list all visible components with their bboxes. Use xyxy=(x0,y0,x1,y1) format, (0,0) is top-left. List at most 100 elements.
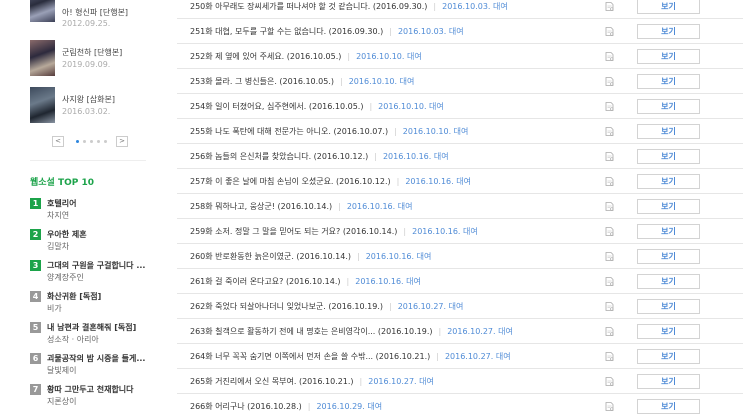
episode-title[interactable]: 264화 너무 꼭꼭 숨기면 이쪽에서 먼저 손을 쓸 수밖... xyxy=(190,352,373,361)
pager-dot[interactable] xyxy=(97,140,100,143)
episode-title[interactable]: 257화 이 좋은 날에 마침 손님이 오셨군요. xyxy=(190,177,333,186)
chevron-left-icon[interactable]: < xyxy=(52,136,64,147)
episode-title-line[interactable]: 250화 아무래도 장씨세가를 떠나셔야 할 것 같습니다. (2016.09.… xyxy=(190,0,508,19)
view-button[interactable]: 보기 xyxy=(637,374,700,389)
view-button[interactable]: 보기 xyxy=(637,124,700,139)
episode-title[interactable]: 260화 반로환동한 늙은이였군. xyxy=(190,252,294,261)
pager-dot[interactable] xyxy=(83,140,86,143)
episode-title-line[interactable]: 258화 뭐하나고, 웅상군! (2016.10.14.) | 2016.10.16… xyxy=(190,194,412,219)
view-button[interactable]: 보기 xyxy=(637,74,700,89)
episode-title[interactable]: 263화 칠객으로 활동하기 전에 내 명호는 은비영각이... xyxy=(190,327,375,336)
episode-row[interactable]: 260화 반로환동한 늙은이였군. (2016.10.14.) | 2016.10.… xyxy=(177,244,743,269)
episode-title[interactable]: 255화 나도 폭탄에 대해 전문가는 아니오. xyxy=(190,127,331,136)
episode-row[interactable]: 250화 아무래도 장씨세가를 떠나셔야 할 것 같습니다. (2016.09.… xyxy=(177,0,743,19)
view-button[interactable]: 보기 xyxy=(637,149,700,164)
episode-title-line[interactable]: 256화 놈들의 은신처를 찾았습니다. (2016.10.12.) | 2016.… xyxy=(190,144,449,169)
episode-title[interactable]: 252화 제 옆에 있어 주세요. xyxy=(190,52,284,61)
episode-title[interactable]: 250화 아무래도 장씨세가를 떠나셔야 할 것 같습니다. xyxy=(190,2,370,11)
episode-title-line[interactable]: 261화 걸 죽이러 온다고요? (2016.10.14.) | 2016.10.1… xyxy=(190,269,421,294)
episode-row[interactable]: 259화 소저. 정말 그 말을 믿어도 되는 거요? (2016.10.14.… xyxy=(177,219,743,244)
episode-title-line[interactable]: 263화 칠객으로 활동하기 전에 내 명호는 은비영각이... (2016.1… xyxy=(190,319,513,344)
ranking-item-title[interactable]: 내 남편과 결혼해줘 [독점] xyxy=(47,322,136,333)
view-button[interactable]: 보기 xyxy=(637,274,700,289)
episode-row[interactable]: 266화 어리구나 (2016.10.28.) | 2016.10.29. 대여 보기 xyxy=(177,394,743,415)
book-title[interactable]: 사지왕 [삽화본] xyxy=(62,94,115,105)
ranking-item-title[interactable]: 우아한 제혼 xyxy=(47,229,87,240)
book-cover[interactable] xyxy=(30,40,55,76)
view-button[interactable]: 보기 xyxy=(637,24,700,39)
episode-row[interactable]: 257화 이 좋은 날에 마침 손님이 오셨군요. (2016.10.12.) |… xyxy=(177,169,743,194)
separator: | xyxy=(403,227,407,236)
view-button[interactable]: 보기 xyxy=(637,99,700,114)
view-button[interactable]: 보기 xyxy=(637,49,700,64)
episode-title[interactable]: 262화 죽었다 되살아나더니 잊었나보군. xyxy=(190,302,326,311)
episode-title-line[interactable]: 262화 죽었다 되살아나더니 잊었나보군. (2016.10.19.) | 201… xyxy=(190,294,463,319)
view-button[interactable]: 보기 xyxy=(637,324,700,339)
view-button[interactable]: 보기 xyxy=(637,399,700,414)
episode-title-line[interactable]: 259화 소저. 정말 그 말을 믿어도 되는 거요? (2016.10.14.… xyxy=(190,219,478,244)
ranking-item[interactable]: 5 내 남편과 결혼해줘 [독점] 성소작 · 아리아 xyxy=(30,322,170,346)
chevron-right-icon[interactable]: > xyxy=(116,136,128,147)
episode-row[interactable]: 255화 나도 폭탄에 대해 전문가는 아니오. (2016.10.07.) | 2… xyxy=(177,119,743,144)
episode-row[interactable]: 253화 몰라. 그 병신들은. (2016.10.05.) | 2016.10.1… xyxy=(177,69,743,94)
view-button[interactable]: 보기 xyxy=(637,174,700,189)
pager-dot[interactable] xyxy=(76,140,79,143)
episode-row[interactable]: 263화 칠객으로 활동하기 전에 내 명호는 은비영각이... (2016.1… xyxy=(177,319,743,344)
view-button[interactable]: 보기 xyxy=(637,249,700,264)
episode-row[interactable]: 258화 뭐하나고, 웅상군! (2016.10.14.) | 2016.10.16… xyxy=(177,194,743,219)
book-title[interactable]: 아! 형신파 [단행본] xyxy=(62,7,128,18)
view-button[interactable]: 보기 xyxy=(637,224,700,239)
episode-title[interactable]: 261화 걸 죽이러 온다고요? xyxy=(190,277,283,286)
view-button[interactable]: 보기 xyxy=(637,0,700,14)
episode-row[interactable]: 262화 죽었다 되살아나더니 잊었나보군. (2016.10.19.) | 201… xyxy=(177,294,743,319)
episode-title[interactable]: 253화 몰라. 그 병신들은. xyxy=(190,77,277,86)
view-button[interactable]: 보기 xyxy=(637,199,700,214)
ranking-item[interactable]: 3 그대의 구원을 구걸합니다 ... 양계장주인 xyxy=(30,260,170,284)
episode-title-line[interactable]: 252화 제 옆에 있어 주세요. (2016.10.05.) | 2016.10.… xyxy=(190,44,422,69)
episode-title-line[interactable]: 257화 이 좋은 날에 마침 손님이 오셨군요. (2016.10.12.) |… xyxy=(190,169,471,194)
episode-title[interactable]: 256화 놈들의 은신처를 찾았습니다. xyxy=(190,152,311,161)
episode-title[interactable]: 266화 어리구나 xyxy=(190,402,245,411)
ranking-item[interactable]: 6 괴물공작의 밤 시중을 들게... 달빛제이 xyxy=(30,353,170,377)
ranking-item-title[interactable]: 괴물공작의 밤 시중을 들게... xyxy=(47,353,145,364)
ranking-item[interactable]: 1 호텔리어 차지연 xyxy=(30,198,170,222)
view-button[interactable]: 보기 xyxy=(637,299,700,314)
episode-title[interactable]: 254화 일이 터졌어요, 심주현에서. xyxy=(190,102,306,111)
episode-title-line[interactable]: 253화 몰라. 그 병신들은. (2016.10.05.) | 2016.10.1… xyxy=(190,69,414,94)
ranking-item-title[interactable]: 그대의 구원을 구걸합니다 ... xyxy=(47,260,145,271)
episode-row[interactable]: 265화 거진리에서 오신 목부여. (2016.10.21.) | 2016.10… xyxy=(177,369,743,394)
episode-row[interactable]: 251화 대협, 모두를 구할 수는 없습니다. (2016.09.30.) | 2… xyxy=(177,19,743,44)
episode-title-line[interactable]: 255화 나도 폭탄에 대해 전문가는 아니오. (2016.10.07.) | 2… xyxy=(190,119,468,144)
book-item[interactable]: 아! 형신파 [단행본] 2012.09.25. xyxy=(30,0,170,36)
episode-row[interactable]: 256화 놈들의 은신처를 찾았습니다. (2016.10.12.) | 2016.… xyxy=(177,144,743,169)
episode-title-line[interactable]: 251화 대협, 모두를 구할 수는 없습니다. (2016.09.30.) | 2… xyxy=(190,19,464,44)
episode-title[interactable]: 251화 대협, 모두를 구할 수는 없습니다. xyxy=(190,27,326,36)
book-title[interactable]: 군림천하 [단행본] xyxy=(62,47,122,58)
episode-title-line[interactable]: 260화 반로환동한 늙은이였군. (2016.10.14.) | 2016.10.… xyxy=(190,244,431,269)
episode-row[interactable]: 264화 너무 꼭꼭 숨기면 이쪽에서 먼저 손을 쓸 수밖... (2016.… xyxy=(177,344,743,369)
ranking-item-title[interactable]: 호텔리어 xyxy=(47,198,76,209)
episode-row[interactable]: 252화 제 옆에 있어 주세요. (2016.10.05.) | 2016.10.… xyxy=(177,44,743,69)
episode-title-line[interactable]: 266화 어리구나 (2016.10.28.) | 2016.10.29. 대여 xyxy=(190,394,382,415)
episode-title-line[interactable]: 265화 거진리에서 오신 목부여. (2016.10.21.) | 2016.10… xyxy=(190,369,434,394)
ranking-item[interactable]: 2 우아한 제혼 김말차 xyxy=(30,229,170,253)
pager-dot[interactable] xyxy=(104,140,107,143)
episode-title-line[interactable]: 254화 일이 터졌어요, 심주현에서. (2016.10.05.) | 2016.… xyxy=(190,94,444,119)
episode-title-line[interactable]: 264화 너무 꼭꼭 숨기면 이쪽에서 먼저 손을 쓸 수밖... (2016.… xyxy=(190,344,511,369)
view-button[interactable]: 보기 xyxy=(637,349,700,364)
pager-dot[interactable] xyxy=(90,140,93,143)
book-item[interactable]: 사지왕 [삽화본] 2016.03.02. xyxy=(30,87,170,123)
book-cover[interactable] xyxy=(30,87,55,123)
episode-title[interactable]: 259화 소저. 정말 그 말을 믿어도 되는 거요? xyxy=(190,227,340,236)
episode-row[interactable]: 254화 일이 터졌어요, 심주현에서. (2016.10.05.) | 2016.… xyxy=(177,94,743,119)
ranking-item-title[interactable]: 황따 그만두고 천재합니다 xyxy=(47,384,134,395)
ranking-item[interactable]: 4 화산귀환 [독점] 비가 xyxy=(30,291,170,315)
episode-row[interactable]: 261화 걸 죽이러 온다고요? (2016.10.14.) | 2016.10.1… xyxy=(177,269,743,294)
separator: | xyxy=(307,402,311,411)
ranking-item[interactable]: 7 황따 그만두고 천재합니다 지론상이 xyxy=(30,384,170,408)
book-item[interactable]: 군림천하 [단행본] 2019.09.09. xyxy=(30,40,170,76)
episode-title[interactable]: 258화 뭐하나고, 웅상군! xyxy=(190,202,275,211)
episode-title[interactable]: 265화 거진리에서 오신 목부여. xyxy=(190,377,296,386)
book-cover[interactable] xyxy=(30,0,55,22)
ranking-item-title[interactable]: 화산귀환 [독점] xyxy=(47,291,101,302)
